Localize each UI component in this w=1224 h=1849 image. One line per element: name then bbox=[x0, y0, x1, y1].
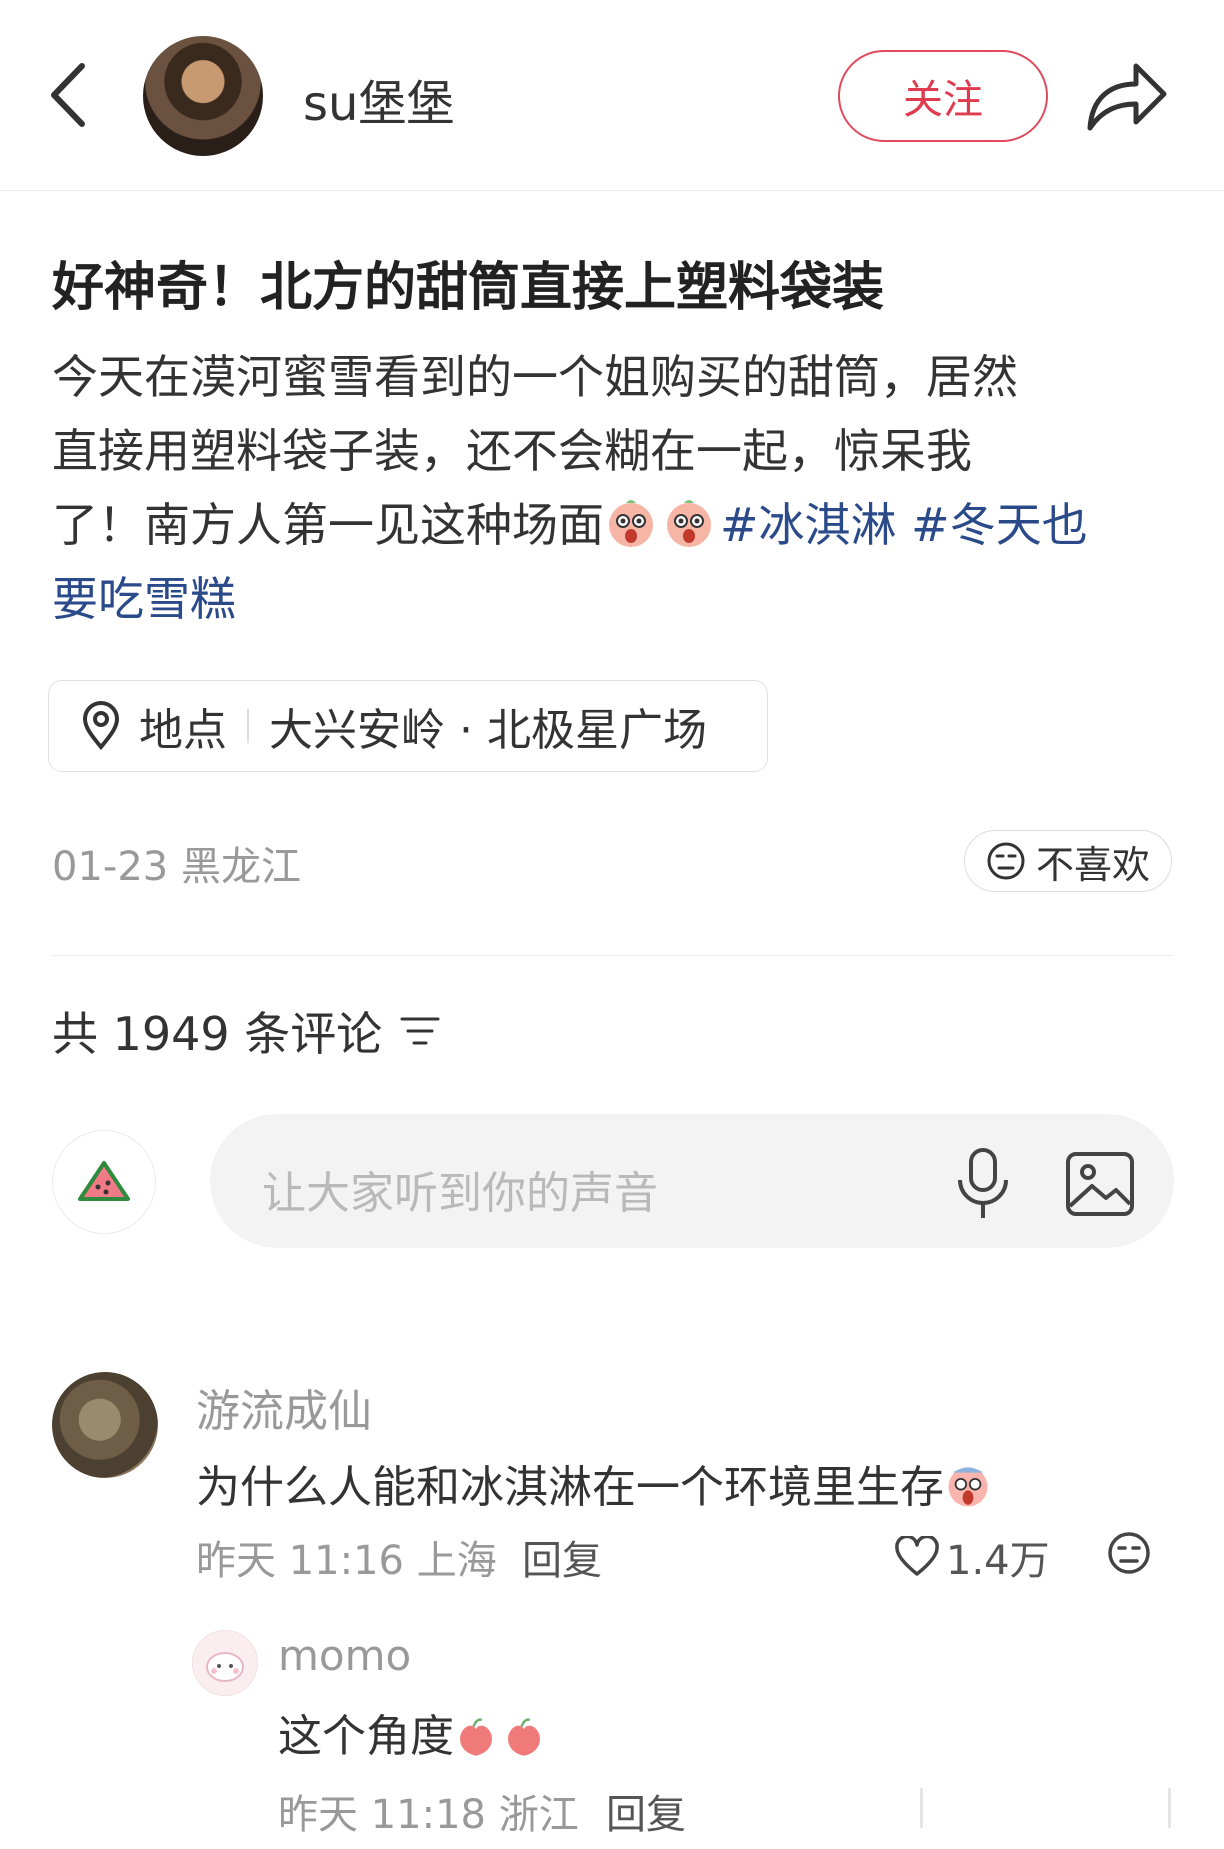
scream-emoji-icon bbox=[948, 1467, 988, 1507]
comment-author[interactable]: momo bbox=[278, 1631, 411, 1680]
surprised-peach-emoji-icon bbox=[667, 500, 711, 547]
location-pin-icon bbox=[82, 701, 120, 751]
comment-text-body: 这个角度 bbox=[278, 1711, 454, 1762]
comment-count-label: 共 1949 条评论 bbox=[52, 1007, 383, 1061]
section-divider bbox=[52, 955, 1174, 956]
my-avatar bbox=[52, 1130, 156, 1234]
post-body: 今天在漠河蜜雪看到的一个姐购买的甜筒，居然 直接用塑料袋子装，还不会糊在一起，惊… bbox=[52, 340, 1182, 636]
post-body-line: 了！南方人第一见这种场面 #冰淇淋 #冬天也 bbox=[52, 488, 1182, 562]
image-icon[interactable] bbox=[1064, 1150, 1136, 1218]
comment-input-placeholder: 让大家听到你的声音 bbox=[262, 1168, 658, 1219]
heart-icon bbox=[895, 1536, 939, 1576]
peach-emoji-icon bbox=[508, 1718, 540, 1756]
microphone-icon[interactable] bbox=[950, 1146, 1016, 1222]
comment-text-body: 为什么人能和冰淇淋在一个环境里生存 bbox=[196, 1462, 944, 1513]
comment-text: 这个角度 bbox=[278, 1700, 550, 1764]
like-button[interactable]: 1.4万 bbox=[894, 1528, 1050, 1586]
comment-time-region: 昨天 11:16 上海 bbox=[196, 1538, 497, 1584]
comment-text: 为什么人能和冰淇淋在一个环境里生存 bbox=[196, 1451, 996, 1515]
reply-button[interactable]: 回复 bbox=[522, 1528, 602, 1586]
scroll-indicator bbox=[920, 1788, 923, 1828]
author-avatar[interactable] bbox=[143, 36, 263, 156]
like-count: 1.4万 bbox=[946, 1538, 1050, 1584]
location-label: 地点 bbox=[139, 705, 227, 756]
dislike-label: 不喜欢 bbox=[1035, 842, 1150, 887]
commenter-avatar[interactable] bbox=[192, 1630, 258, 1696]
watermelon-icon bbox=[78, 1161, 130, 1201]
post-title: 好神奇！北方的甜筒直接上塑料袋装 bbox=[52, 258, 885, 318]
neutral-face-icon bbox=[987, 842, 1025, 880]
post-date-region: 01-23 黑龙江 bbox=[52, 844, 301, 890]
neutral-face-icon[interactable] bbox=[1106, 1530, 1152, 1576]
hashtag-winter-ice-cream[interactable]: #冬天也 bbox=[911, 498, 1088, 552]
comment-author[interactable]: 游流成仙 bbox=[196, 1375, 372, 1439]
share-icon[interactable] bbox=[1084, 58, 1170, 134]
cartoon-avatar-icon bbox=[206, 1652, 244, 1682]
sort-icon[interactable] bbox=[400, 1015, 440, 1047]
scroll-indicator bbox=[1168, 1788, 1171, 1828]
location-chip[interactable]: 地点 大兴安岭 · 北极星广场 bbox=[48, 680, 768, 772]
back-arrow-icon[interactable] bbox=[46, 60, 90, 130]
author-name[interactable]: su堡堡 bbox=[303, 64, 454, 134]
location-value: 大兴安岭 · 北极星广场 bbox=[269, 705, 707, 756]
follow-button[interactable]: 关注 bbox=[838, 50, 1048, 142]
peach-emoji-icon bbox=[460, 1718, 492, 1756]
dislike-button[interactable]: 不喜欢 bbox=[964, 830, 1172, 892]
post-body-line: 今天在漠河蜜雪看到的一个姐购买的甜筒，居然 bbox=[52, 350, 1018, 404]
hashtag-winter-ice-cream-cont[interactable]: 要吃雪糕 bbox=[52, 562, 1182, 636]
post-body-line: 直接用塑料袋子装，还不会糊在一起，惊呆我 bbox=[52, 424, 972, 478]
hashtag-ice-cream[interactable]: #冰淇淋 bbox=[720, 498, 897, 552]
comment-count-header: 共 1949 条评论 bbox=[52, 998, 440, 1064]
commenter-avatar[interactable] bbox=[52, 1372, 158, 1478]
post-body-text: 了！南方人第一见这种场面 bbox=[52, 498, 604, 552]
surprised-peach-emoji-icon bbox=[609, 500, 653, 547]
comment-time-region: 昨天 11:18 浙江 bbox=[278, 1792, 579, 1838]
reply-button[interactable]: 回复 bbox=[606, 1782, 686, 1840]
location-divider bbox=[247, 709, 249, 743]
